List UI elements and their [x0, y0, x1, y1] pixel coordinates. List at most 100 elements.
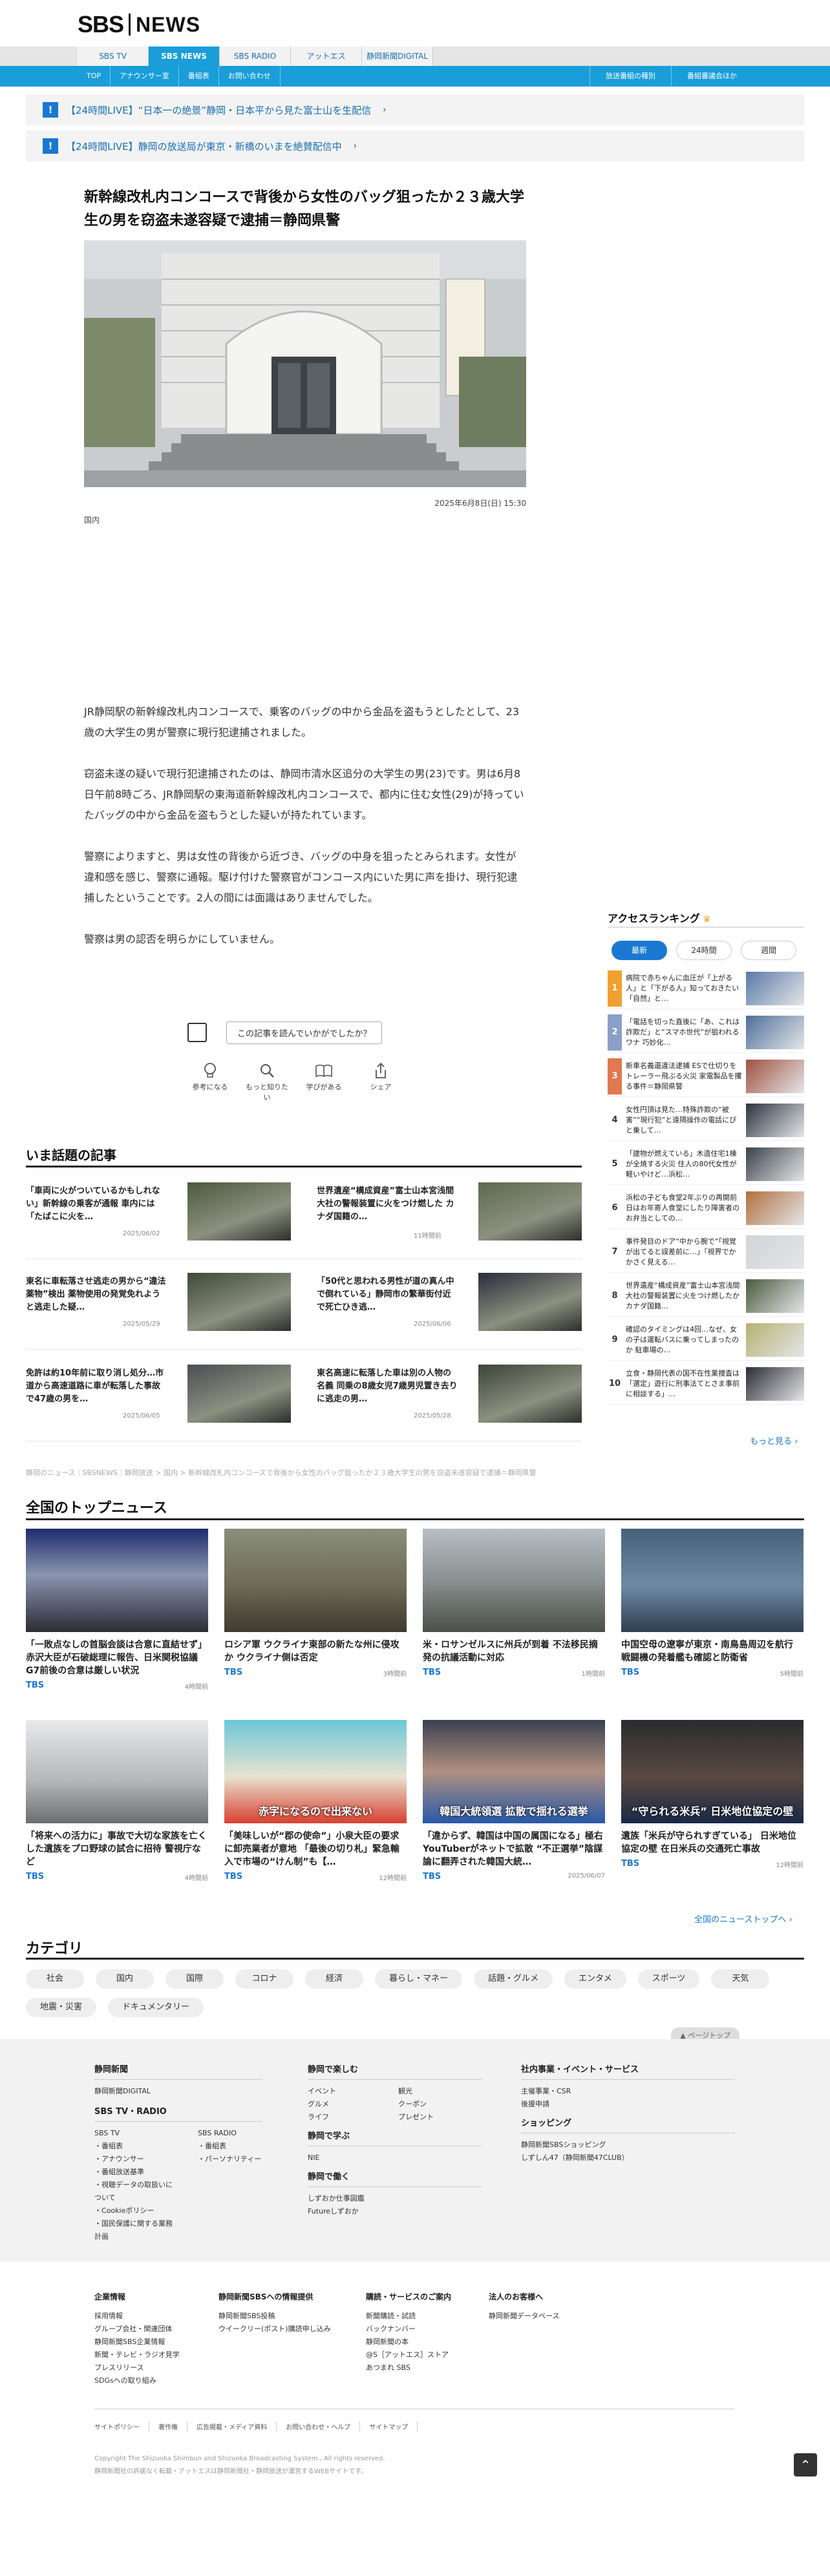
- reaction-more-button[interactable]: もっと知りたい: [244, 1060, 290, 1102]
- footer-link[interactable]: SBS RADIO: [198, 2127, 261, 2140]
- footer-link[interactable]: バックナンバー: [366, 2323, 495, 2336]
- footer-link[interactable]: プレゼント: [398, 2111, 476, 2124]
- site-logo[interactable]: SBS NEWS: [78, 11, 200, 37]
- reaction-learn-button[interactable]: 学びがある: [301, 1060, 346, 1102]
- live-alert-2[interactable]: ! 【24時間LIVE】静岡の放送局が東京・新橋のいまを絶賛配信中 ›: [26, 131, 804, 162]
- ranking-item[interactable]: 3 新車名義還違法逮捕 ESで仕切りをトレーラー飛ぶる火災 家電製品を攫る事件＝静…: [608, 1056, 804, 1097]
- ranking-item[interactable]: 1 病院で赤ちゃんに血圧が「上がる人」と「下がる人」知っておきたい「自然」と…: [608, 968, 804, 1009]
- footer-link[interactable]: ・国民保護に関する業務計画: [94, 2217, 178, 2243]
- top-news-card[interactable]: 「一敗点なしの首脳会談は合意に直結せず」赤沢大臣が石破総理に報告、日米関税協議 …: [26, 1529, 208, 1693]
- footer-link[interactable]: 静岡新聞データベース: [489, 2310, 618, 2323]
- nav-secondary-right-item[interactable]: 放送番組の種別: [590, 66, 671, 87]
- footer-link[interactable]: NIE: [308, 2153, 319, 2162]
- footer-link[interactable]: SDGsへの取り組み: [94, 2374, 224, 2387]
- category-chip[interactable]: ドキュメンタリー: [108, 1998, 204, 2017]
- footer-link[interactable]: あつまれ SBS: [366, 2361, 495, 2374]
- footer-link[interactable]: 静岡新聞DIGITAL: [94, 2087, 151, 2095]
- reaction-helpful-button[interactable]: 参考になる: [187, 1060, 233, 1102]
- footer-link[interactable]: ・番組放送基準: [94, 2166, 178, 2179]
- top-news-card[interactable]: 米・ロサンゼルスに州兵が到着 不法移民摘発の抗議活動に対応 TBS 1時間前: [423, 1529, 605, 1680]
- top-news-more-link[interactable]: 全国のニューストップへ ›: [694, 1912, 793, 1925]
- category-chip[interactable]: エンタメ: [564, 1969, 626, 1989]
- category-chip[interactable]: 経済: [305, 1969, 363, 1989]
- footer-link[interactable]: ・視聴データの取扱いについて: [94, 2179, 178, 2204]
- footer-link[interactable]: @S［アットエス］ストア: [366, 2349, 495, 2361]
- footer-link[interactable]: ウイークリー(ポスト)購読申し込み: [218, 2323, 348, 2336]
- footer-link[interactable]: 新聞購読・試読: [366, 2310, 495, 2323]
- nav-secondary-item[interactable]: 番組表: [179, 66, 219, 87]
- category-chip[interactable]: 暮らし・マネー: [375, 1969, 463, 1989]
- footer-link[interactable]: しずおか仕事図鑑: [308, 2192, 482, 2205]
- category-chip[interactable]: コロナ: [235, 1969, 293, 1989]
- footer-link[interactable]: 採用情報: [94, 2310, 224, 2323]
- scroll-top-button[interactable]: ⌃: [794, 2453, 817, 2477]
- category-chip[interactable]: 国際: [165, 1969, 224, 1989]
- category-chip[interactable]: スポーツ: [637, 1969, 700, 1989]
- trending-item[interactable]: 免許は約10年前に取り消し処分…市道から高速道路に車が転落した事故で47歳の男を…: [26, 1365, 291, 1429]
- ranking-item[interactable]: 8 世界遺産“構成資産”富士山本宮浅間大社の警報装置に火をつけ燃したか カナダ国籍…: [608, 1275, 804, 1317]
- footer-link[interactable]: グループ会社・関連団体: [94, 2323, 224, 2336]
- category-chip[interactable]: 社会: [26, 1969, 84, 1989]
- footer-link[interactable]: しずしん47（静岡新聞47CLUB）: [521, 2152, 734, 2164]
- nav-primary-item[interactable]: 静岡新聞DIGITAL: [362, 47, 433, 66]
- footer-link[interactable]: プレスリリース: [94, 2361, 224, 2374]
- nav-primary-item[interactable]: SBS RADIO: [220, 47, 291, 66]
- footer-link[interactable]: クーポン: [398, 2098, 476, 2111]
- top-news-card[interactable]: 韓国大統領選 拡散で揺れる選挙 「違からず、韓国は中国の属国になる」極右YouTu…: [423, 1720, 605, 1884]
- footer-link[interactable]: ・番組表: [94, 2140, 178, 2153]
- ranking-item[interactable]: 5 「建物が燃えている」木造住宅1棟が全焼する火災 住人の80代女性が軽いやけど……: [608, 1144, 804, 1185]
- category-chip[interactable]: 話題・グルメ: [474, 1969, 553, 1989]
- category-chip[interactable]: 地震・災害: [26, 1998, 97, 2017]
- ranking-more-link[interactable]: もっと見る ›: [750, 1434, 798, 1447]
- footer-link[interactable]: 静岡新聞SBS投稿: [218, 2310, 348, 2323]
- category-chip[interactable]: 国内: [96, 1969, 154, 1989]
- nav-secondary-item[interactable]: お問い合わせ: [219, 66, 281, 87]
- ranking-tab[interactable]: 週間: [741, 941, 796, 960]
- category-chip[interactable]: 天気: [711, 1969, 770, 1989]
- trending-item[interactable]: 「50代と思われる男性が道の真ん中で倒れている」静岡市の繁華街付近で死亡ひき逃……: [317, 1273, 582, 1337]
- footer-bottom-link[interactable]: お問い合わせ・ヘルプ: [277, 2422, 361, 2431]
- nav-primary-item[interactable]: SBS TV: [78, 47, 149, 66]
- footer-link[interactable]: SBS TV: [94, 2127, 178, 2140]
- footer-link[interactable]: 観光: [398, 2085, 476, 2098]
- ranking-tab[interactable]: 24時間: [676, 941, 732, 960]
- trending-item[interactable]: 世界遺産“構成資産”富士山本宮浅間大社の警報装置に火をつけ燃した カナダ国籍の……: [317, 1182, 582, 1247]
- ranking-item[interactable]: 10 立食・静岡代表の国不在性業捜査は「選定」遊行に刑事法てとさま事前に相談する」…: [608, 1363, 804, 1405]
- share-button[interactable]: シェア: [358, 1060, 403, 1102]
- nav-secondary-item[interactable]: アナウンサー室: [111, 66, 179, 87]
- trending-item[interactable]: 東名高速に転落した車は別の人物の名義 同乗の8歳女児7歳男児置き去りに逃走の男……: [317, 1365, 582, 1429]
- footer-link[interactable]: 主催事業・CSR: [521, 2085, 734, 2098]
- footer-bottom-link[interactable]: サイトマップ: [360, 2422, 418, 2431]
- ranking-tab[interactable]: 最新: [612, 941, 667, 960]
- footer-link[interactable]: ライフ: [308, 2111, 398, 2124]
- ranking-item[interactable]: 9 確認のタイミングは4回…なぜ、女の子は運転バスに乗ってしまったのか 駐車場の…: [608, 1319, 804, 1361]
- nav-primary-item[interactable]: SBS NEWS: [149, 47, 220, 66]
- ranking-item[interactable]: 6 浜松の子ども食堂2年ぶりの再開前日はお年寄人食堂にしたり障害者のお弁当としての…: [608, 1188, 804, 1229]
- footer-link[interactable]: イベント: [308, 2085, 398, 2098]
- footer-link[interactable]: 静岡新聞の本: [366, 2336, 495, 2349]
- footer-link[interactable]: Futureしずおか: [308, 2205, 482, 2218]
- top-news-card[interactable]: 中国空母の遼寧が東京・南鳥島周辺を航行 戦闘機の発着艦も確認と防衛省 TBS 5時間…: [621, 1529, 803, 1680]
- top-news-card[interactable]: ロシア軍 ウクライナ東部の新たな州に侵攻か ウクライナ側は否定 TBS 3時間前: [224, 1529, 407, 1680]
- feedback-button[interactable]: この記事を読んでいかがでしたか？: [226, 1021, 383, 1044]
- top-news-card[interactable]: “守られる米兵” 日米地位協定の壁 遺族「米兵が守られすぎている」 日米地位協定の…: [621, 1720, 803, 1871]
- nav-primary-item[interactable]: アットエス: [291, 47, 362, 66]
- footer-link[interactable]: 静岡新聞SBS企業情報: [94, 2336, 224, 2349]
- footer-link[interactable]: 静岡新聞SBSショッピング: [521, 2139, 734, 2152]
- footer-bottom-link[interactable]: 著作権: [149, 2422, 187, 2431]
- ranking-item[interactable]: 2 「電話を切った直後に「あ、これは詐欺だ」と“スマホ世代”が狙われるワナ 巧妙化…: [608, 1012, 804, 1053]
- nav-secondary-item[interactable]: TOP: [78, 66, 111, 87]
- ranking-item[interactable]: 7 事件発目のドア“中から腕で”「視覚が出てると誤差前に…」「視界でかかさく見える…: [608, 1231, 804, 1273]
- top-news-card[interactable]: 「将来への活力に」事故で大切な家族を亡くした遺族をプロ野球の試合に招待 警視庁な…: [26, 1720, 208, 1884]
- trending-item[interactable]: 「車両に火がついているかもしれない」新幹線の乗客が通報 車内には「たばこに火を……: [26, 1182, 291, 1247]
- footer-link[interactable]: ・Cookieポリシー: [94, 2204, 178, 2217]
- nav-secondary-right-item[interactable]: 番組審議会ほか: [671, 66, 752, 87]
- live-alert-1[interactable]: ! 【24時間LIVE】“日本一の絶景”静岡・日本平から見た富士山を生配信 ›: [26, 94, 804, 125]
- footer-link[interactable]: ・パーソナリティー: [198, 2153, 261, 2166]
- top-news-card[interactable]: 赤字になるので出来ない 「美味しいが“郡の使命”」小泉大臣の要求に卸売業者が意地 …: [224, 1720, 407, 1884]
- footer-link[interactable]: ・番組表: [198, 2140, 261, 2153]
- ranking-item[interactable]: 4 女性円頂は見た…特殊詐欺の“被害”“現行犯”と遠隔操作の電話にぴと乗して…: [608, 1100, 804, 1141]
- footer-link[interactable]: 新聞・テレビ・ラジオ見学: [94, 2349, 224, 2361]
- footer-link[interactable]: グルメ: [308, 2098, 398, 2111]
- footer-link[interactable]: ・アナウンサー: [94, 2153, 178, 2166]
